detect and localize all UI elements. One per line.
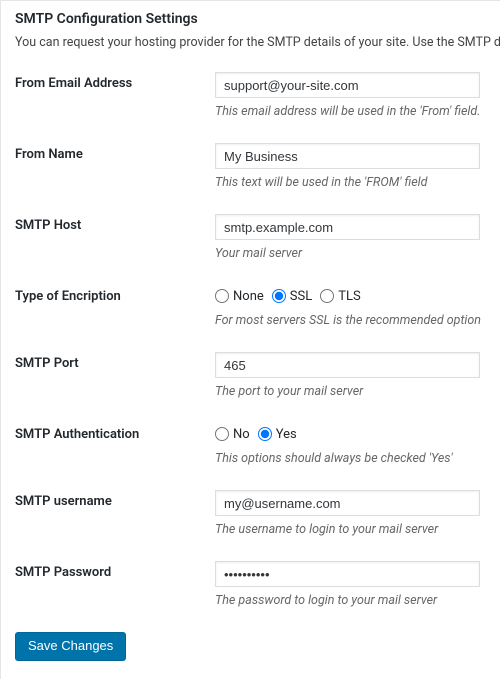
desc-smtp-auth: This options should always be checked 'Y… <box>215 451 486 466</box>
row-from-name: From Name This text will be used in the … <box>15 143 486 190</box>
label-from-email: From Email Address <box>15 72 215 91</box>
radio-auth-yes-label: Yes <box>276 427 297 442</box>
radio-encryption-ssl-input[interactable] <box>272 289 286 303</box>
row-smtp-user: SMTP username The username to login to y… <box>15 490 486 537</box>
label-smtp-host: SMTP Host <box>15 214 215 233</box>
row-smtp-auth: SMTP Authentication No Yes This options … <box>15 423 486 466</box>
smtp-host-input[interactable] <box>215 214 480 240</box>
smtp-password-input[interactable] <box>215 561 480 587</box>
desc-smtp-pass: The password to login to your mail serve… <box>215 593 486 608</box>
smtp-settings-panel: SMTP Configuration Settings You can requ… <box>0 0 500 679</box>
label-encryption: Type of Encription <box>15 285 215 304</box>
radio-encryption-ssl[interactable]: SSL <box>272 289 312 304</box>
intro-text: You can request your hosting provider fo… <box>15 35 486 50</box>
settings-form: From Email Address This email address wi… <box>15 72 486 661</box>
radio-auth-yes-input[interactable] <box>258 427 272 441</box>
page-title: SMTP Configuration Settings <box>15 11 486 27</box>
radio-encryption-tls-input[interactable] <box>320 289 334 303</box>
row-encryption: Type of Encription None SSL TLS <box>15 285 486 328</box>
radio-encryption-tls[interactable]: TLS <box>320 289 360 304</box>
radio-encryption-none-label: None <box>233 289 264 304</box>
from-email-input[interactable] <box>215 72 480 98</box>
save-changes-button[interactable]: Save Changes <box>15 632 126 661</box>
desc-smtp-user: The username to login to your mail serve… <box>215 522 486 537</box>
row-smtp-pass: SMTP Password The password to login to y… <box>15 561 486 608</box>
smtp-username-input[interactable] <box>215 490 480 516</box>
radio-auth-no[interactable]: No <box>215 427 250 442</box>
encryption-radios: None SSL TLS <box>215 285 486 307</box>
row-from-email: From Email Address This email address wi… <box>15 72 486 119</box>
radio-encryption-tls-label: TLS <box>338 289 360 304</box>
row-smtp-port: SMTP Port The port to your mail server <box>15 352 486 399</box>
row-smtp-host: SMTP Host Your mail server <box>15 214 486 261</box>
radio-encryption-none[interactable]: None <box>215 289 264 304</box>
radio-auth-no-input[interactable] <box>215 427 229 441</box>
label-smtp-pass: SMTP Password <box>15 561 215 580</box>
from-name-input[interactable] <box>215 143 480 169</box>
desc-encryption: For most servers SSL is the recommended … <box>215 313 486 328</box>
label-smtp-auth: SMTP Authentication <box>15 423 215 442</box>
desc-from-email: This email address will be used in the '… <box>215 104 486 119</box>
label-smtp-user: SMTP username <box>15 490 215 509</box>
radio-auth-yes[interactable]: Yes <box>258 427 297 442</box>
auth-radios: No Yes <box>215 423 486 445</box>
desc-from-name: This text will be used in the 'FROM' fie… <box>215 175 486 190</box>
radio-encryption-ssl-label: SSL <box>290 289 312 304</box>
radio-encryption-none-input[interactable] <box>215 289 229 303</box>
smtp-port-input[interactable] <box>215 352 480 378</box>
label-smtp-port: SMTP Port <box>15 352 215 371</box>
desc-smtp-port: The port to your mail server <box>215 384 486 399</box>
label-from-name: From Name <box>15 143 215 162</box>
radio-auth-no-label: No <box>233 427 250 442</box>
desc-smtp-host: Your mail server <box>215 246 486 261</box>
submit-row: Save Changes <box>15 632 486 661</box>
